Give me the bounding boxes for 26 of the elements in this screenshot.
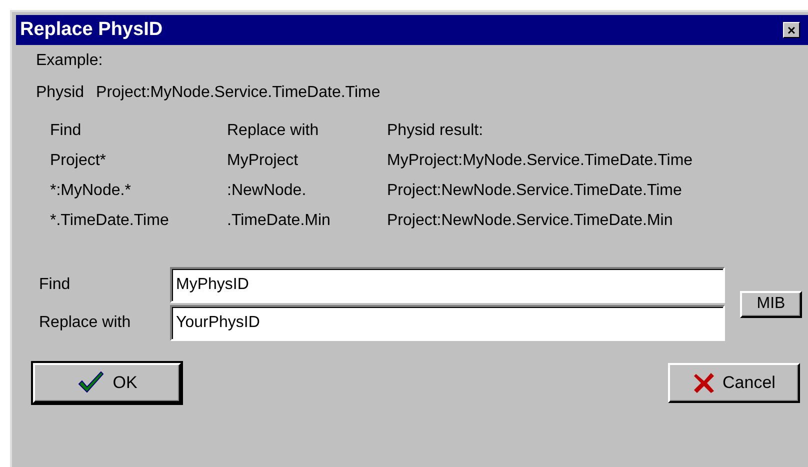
table-cell-text: *.TimeDate.Time (50, 211, 170, 231)
table-cell-text: :NewNode. (227, 181, 308, 201)
example-label: Physid (36, 83, 84, 103)
table-cell-text: Project* (50, 151, 108, 171)
example-heading: Example: (36, 51, 104, 71)
window-title: Replace PhysID (20, 18, 163, 42)
table-cell-text: Project:NewNode.Service.TimeDate.Min (387, 211, 674, 231)
checkmark-icon (76, 371, 105, 395)
table-cell-text: MyProject:MyNode.Service.TimeDate.Time (387, 151, 694, 171)
table-cell-text: MyProject (227, 151, 300, 171)
mib-button[interactable]: MIB (740, 290, 802, 318)
field-label: Find (39, 275, 72, 295)
field-label: Replace with (39, 313, 132, 333)
input-field[interactable]: YourPhysID (170, 305, 725, 341)
example-value: Project:MyNode.Service.TimeDate.Time (96, 83, 380, 103)
column-header: Replace with (227, 121, 320, 141)
cross-icon (692, 372, 715, 394)
ok-button[interactable]: OK (33, 363, 181, 403)
table-cell-text: .TimeDate.Min (227, 211, 332, 231)
column-header: Find (50, 121, 82, 141)
close-button[interactable]: × (783, 22, 800, 38)
cancel-button[interactable]: Cancel (668, 363, 800, 403)
table-cell-text: *:MyNode.* (50, 181, 132, 201)
table-cell-text: Project:NewNode.Service.TimeDate.Time (387, 181, 683, 201)
input-field[interactable]: MyPhysID (170, 267, 725, 303)
column-header: Physid result: (387, 121, 484, 141)
